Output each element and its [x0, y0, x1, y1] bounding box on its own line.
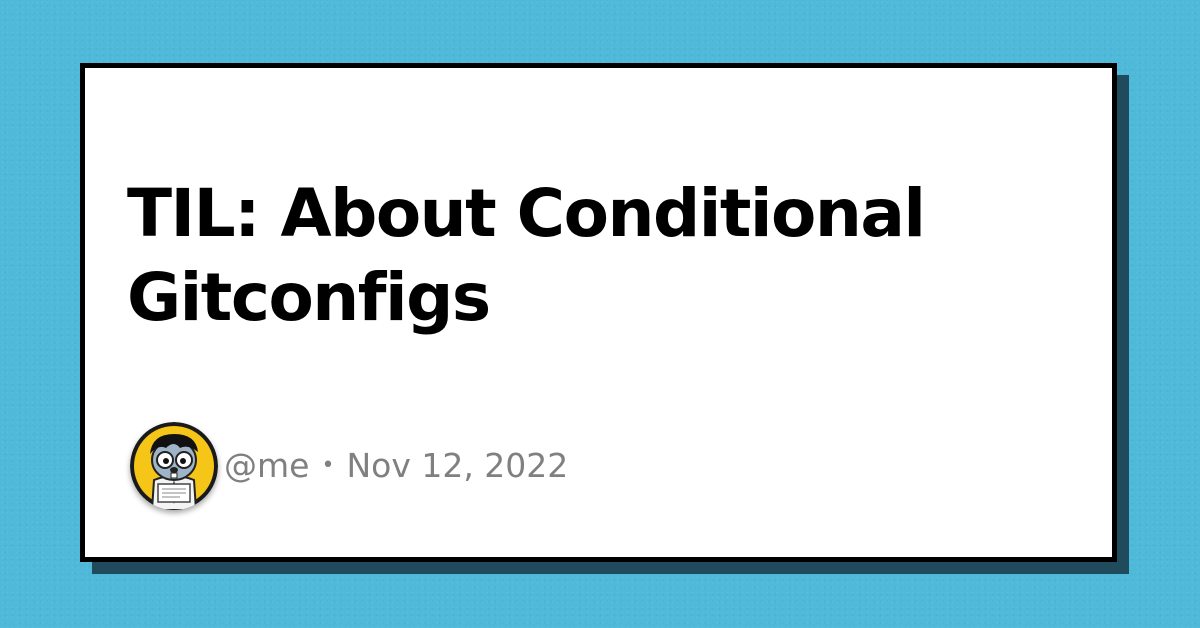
post-title: TIL: About Conditional Gitconfigs [127, 175, 926, 336]
post-author[interactable]: @me [224, 446, 309, 485]
post-date: Nov 12, 2022 [346, 446, 569, 485]
post-card: TIL: About Conditional Gitconfigs @me • … [80, 63, 1117, 562]
post-meta: @me • Nov 12, 2022 [130, 418, 568, 513]
gopher-avatar-icon [130, 421, 218, 510]
meta-separator: • [321, 453, 335, 478]
